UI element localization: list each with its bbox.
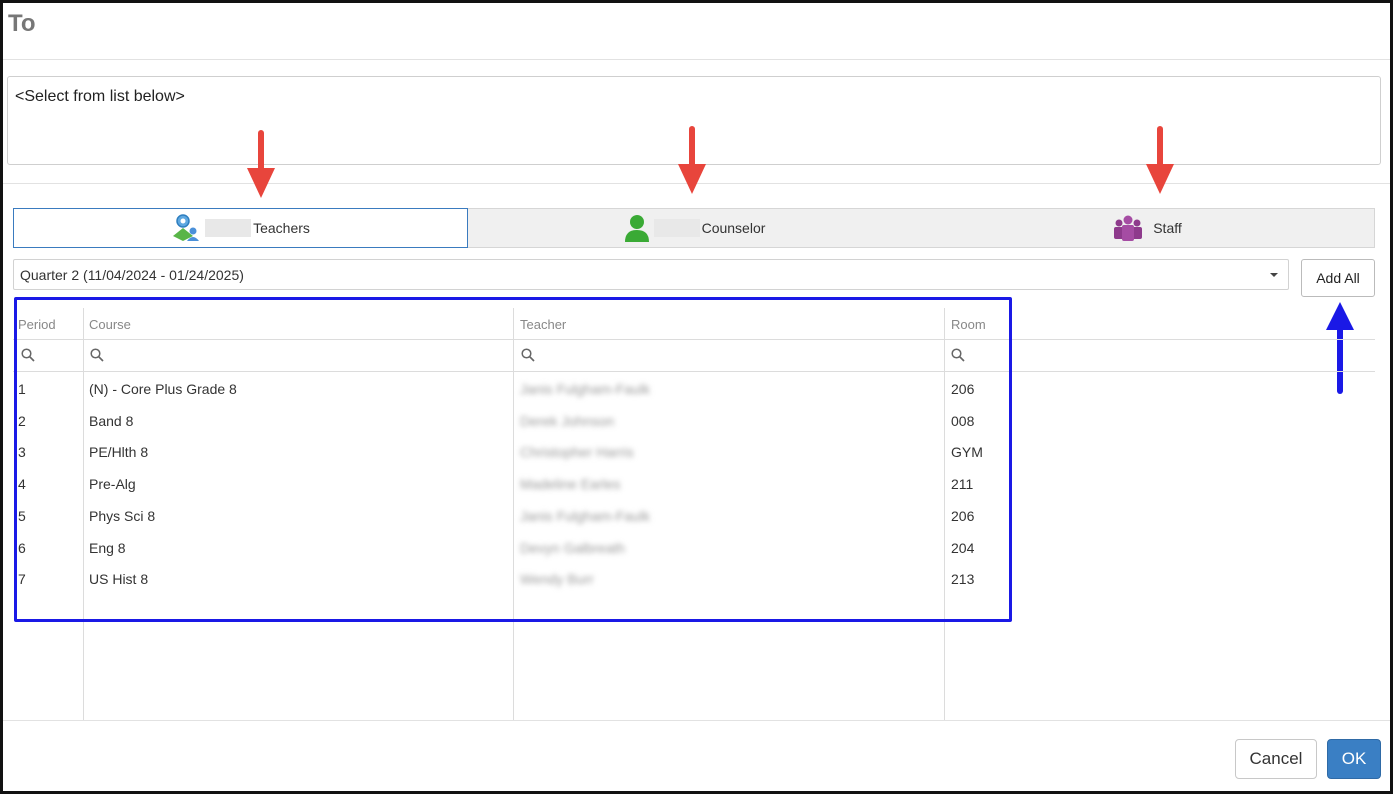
- table-cell-course[interactable]: PE/Hlth 8: [89, 444, 148, 460]
- chevron-down-icon: [1270, 273, 1278, 277]
- table-cell-course[interactable]: Eng 8: [89, 540, 126, 556]
- table-cell-period[interactable]: 5: [18, 508, 26, 524]
- search-icon[interactable]: [21, 348, 35, 362]
- tab-staff-label: Staff: [1153, 220, 1182, 236]
- table-cell-teacher[interactable]: Devyn Galbreath: [520, 540, 625, 556]
- table-cell-teacher[interactable]: Wendy Burr: [520, 571, 594, 587]
- table-cell-teacher[interactable]: Janis Fulgham-Faulk: [520, 508, 650, 524]
- header-divider: [13, 339, 1375, 340]
- term-select-value: Quarter 2 (11/04/2024 - 01/24/2025): [20, 267, 244, 283]
- tab-teachers-label: Teachers: [253, 220, 310, 236]
- tab-staff[interactable]: Staff: [921, 209, 1374, 247]
- table-cell-teacher[interactable]: Janis Fulgham-Faulk: [520, 381, 650, 397]
- recipient-type-tabs: Teachers Counselor Staff: [13, 208, 1375, 248]
- column-divider: [83, 308, 84, 720]
- table-cell-room[interactable]: 206: [951, 508, 974, 524]
- column-divider: [513, 308, 514, 720]
- teachers-icon: [171, 214, 201, 242]
- annotation-arrow-down: [1146, 126, 1174, 194]
- column-header-teacher[interactable]: Teacher: [520, 317, 566, 332]
- table-cell-course[interactable]: Phys Sci 8: [89, 508, 155, 524]
- table-cell-room[interactable]: GYM: [951, 444, 983, 460]
- annotation-arrow-down: [247, 130, 275, 198]
- table-cell-room[interactable]: 008: [951, 413, 974, 429]
- table-cell-room[interactable]: 206: [951, 381, 974, 397]
- table-cell-course[interactable]: (N) - Core Plus Grade 8: [89, 381, 237, 397]
- footer-divider: [3, 720, 1390, 721]
- table-cell-period[interactable]: 1: [18, 381, 26, 397]
- tab-counselor[interactable]: Counselor: [468, 209, 921, 247]
- search-icon[interactable]: [521, 348, 535, 362]
- column-header-room[interactable]: Room: [951, 317, 986, 332]
- search-icon[interactable]: [951, 348, 965, 362]
- dialog-title: To: [8, 10, 36, 37]
- annotation-arrow-down: [678, 126, 706, 194]
- table-cell-period[interactable]: 2: [18, 413, 26, 429]
- table-cell-room[interactable]: 211: [951, 476, 973, 492]
- table-cell-course[interactable]: Band 8: [89, 413, 133, 429]
- table-cell-course[interactable]: Pre-Alg: [89, 476, 136, 492]
- filter-divider: [13, 371, 1375, 372]
- counselor-icon: [624, 214, 650, 242]
- redacted-count: [205, 219, 252, 237]
- redacted-count: [653, 219, 700, 237]
- table-cell-period[interactable]: 4: [18, 476, 26, 492]
- table-cell-period[interactable]: 6: [18, 540, 26, 556]
- table-cell-teacher[interactable]: Christopher Harris: [520, 444, 634, 460]
- term-select[interactable]: Quarter 2 (11/04/2024 - 01/24/2025): [13, 259, 1289, 290]
- recipients-placeholder: <Select from list below>: [15, 88, 185, 105]
- column-header-period[interactable]: Period: [18, 317, 56, 332]
- table-cell-room[interactable]: 204: [951, 540, 974, 556]
- table-cell-teacher[interactable]: Madeline Earles: [520, 476, 620, 492]
- staff-icon: [1113, 215, 1143, 241]
- search-icon[interactable]: [90, 348, 104, 362]
- column-divider: [944, 308, 945, 720]
- class-roster-grid: Period Course Teacher Room 1 (N) - Core P…: [13, 308, 1375, 720]
- tab-counselor-label: Counselor: [701, 220, 766, 236]
- tab-teachers[interactable]: Teachers: [13, 208, 468, 248]
- title-divider: [3, 59, 1390, 60]
- cancel-button[interactable]: Cancel: [1235, 739, 1317, 779]
- add-all-button[interactable]: Add All: [1301, 259, 1375, 297]
- table-cell-course[interactable]: US Hist 8: [89, 571, 148, 587]
- column-header-course[interactable]: Course: [89, 317, 131, 332]
- table-cell-teacher[interactable]: Derek Johnson: [520, 413, 614, 429]
- table-cell-period[interactable]: 3: [18, 444, 26, 460]
- table-cell-room[interactable]: 213: [951, 571, 974, 587]
- ok-button[interactable]: OK: [1327, 739, 1381, 779]
- table-cell-period[interactable]: 7: [18, 571, 26, 587]
